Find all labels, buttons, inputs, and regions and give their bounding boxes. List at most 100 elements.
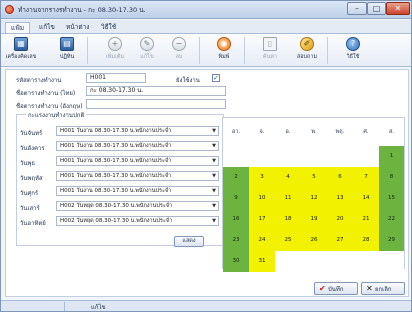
calendar-day-cell[interactable] [275, 251, 301, 272]
day-select-sat[interactable]: H002 วันหยุด 08.30-17.30 น.พนักงานประจำ ▼ [56, 201, 219, 211]
show-button[interactable]: แสดง [174, 236, 204, 247]
calendar-day-cell[interactable] [327, 251, 353, 272]
calendar-day-cell[interactable]: 10 [249, 188, 275, 209]
status-text: แก้ไข [91, 304, 106, 311]
print-button[interactable]: ◉ พิมพ์ [208, 36, 240, 65]
edit-label: แก้ไข [140, 54, 154, 60]
delete-button[interactable]: − ลบ [163, 36, 195, 65]
calendar-day-cell[interactable]: 11 [275, 188, 301, 209]
form-panel: รหัสตารางทำงาน H001 ยังใช้งาน ✓ ชื่อตารา… [5, 69, 409, 297]
title-bar: ทำงานจากรางรทำงาน - กะ 08.30-17.30 น. – … [1, 1, 411, 19]
save-button[interactable]: ✔ บันทึก [314, 282, 358, 295]
calendar-day-cell[interactable]: 3 [249, 167, 275, 188]
calendar-day-cell[interactable]: 17 [249, 209, 275, 230]
menu-help[interactable]: วิธีใช้ [96, 22, 121, 33]
calendar-label: ปฏิทิน [59, 54, 75, 60]
calendar-day-cell[interactable]: 18 [275, 209, 301, 230]
calendar-day-cell[interactable]: 25 [275, 230, 301, 251]
day-select-wed[interactable]: H001 วันงาน 08.30-17.30 น.พนักงานประจำ ▼ [56, 156, 219, 166]
calendar-day-cell[interactable]: 9 [223, 188, 249, 209]
calendar-day-cell[interactable]: 2 [223, 167, 249, 188]
calendar-day-cell[interactable]: 19 [301, 209, 327, 230]
calendar-day-cell[interactable]: 16 [223, 209, 249, 230]
calendar-day-cell[interactable]: 20 [327, 209, 353, 230]
toolbar-separator [199, 37, 200, 64]
calendar-day-cell[interactable]: 8 [379, 167, 404, 188]
day-label-tue: วันอังคาร [20, 145, 45, 152]
app-window: ทำงานจากรางรทำงาน - กะ 08.30-17.30 น. – … [0, 0, 412, 312]
menu-file[interactable]: แฟ้ม [5, 22, 31, 33]
calendar-day-cell[interactable]: 24 [249, 230, 275, 251]
search-button[interactable]: ▯ ค้นหา [254, 36, 286, 65]
calendar-day-cell[interactable] [249, 146, 275, 167]
calculator-button[interactable]: ▦ เครื่องคิดเลข [5, 36, 37, 65]
calendar-day-cell[interactable]: 30 [223, 251, 249, 272]
menu-edit[interactable]: แก้ไข [34, 22, 60, 33]
calendar-header-sat: ส. [379, 118, 404, 146]
calendar-day-cell[interactable] [353, 251, 379, 272]
day-select-thu[interactable]: H001 วันงาน 08.30-17.30 น.พนักงานประจำ ▼ [56, 171, 219, 181]
add-button[interactable]: + เพิ่มเติม [99, 36, 131, 65]
calendar-day-cell[interactable]: 28 [353, 230, 379, 251]
checkmark-icon: ✔ [319, 284, 326, 293]
edit-icon: ✎ [140, 37, 154, 51]
status-bar: แก้ไข [1, 300, 411, 311]
chevron-down-icon: ▼ [212, 173, 216, 179]
minimize-button[interactable]: – [347, 2, 367, 15]
day-select-mon[interactable]: H001 วันงาน 08.30-17.30 น.พนักงานประจำ ▼ [56, 126, 219, 136]
calendar-day-cell[interactable]: 6 [327, 167, 353, 188]
day-select-value: H002 วันหยุด 08.30-17.30 น.พนักงานประจำ [60, 218, 173, 224]
calendar-day-cell[interactable]: 15 [379, 188, 404, 209]
menu-window[interactable]: หน้าต่าง [61, 22, 94, 33]
app-icon [5, 5, 14, 14]
calendar-day-cell[interactable]: 23 [223, 230, 249, 251]
day-select-tue[interactable]: H001 วันงาน 08.30-17.30 น.พนักงานประจำ ▼ [56, 141, 219, 151]
calendar-day-cell[interactable]: 12 [301, 188, 327, 209]
calendar-day-cell[interactable]: 1 [379, 146, 404, 167]
calendar-day-cell[interactable]: 7 [353, 167, 379, 188]
calendar-day-cell[interactable]: 13 [327, 188, 353, 209]
edit-button[interactable]: ✎ แก้ไข [131, 36, 163, 65]
search-icon: ▯ [263, 37, 277, 51]
close-button[interactable]: ✕ [386, 2, 410, 15]
chevron-down-icon: ▼ [212, 128, 216, 134]
calculator-label: เครื่องคิดเลข [5, 54, 37, 60]
maximize-button[interactable]: □ [367, 2, 386, 15]
inquiry-label: สอบถาม [296, 54, 318, 60]
calendar-day-cell[interactable]: 29 [379, 230, 404, 251]
inquiry-button[interactable]: ✐ สอบถาม [291, 36, 323, 65]
day-select-fri[interactable]: H001 วันงาน 08.30-17.30 น.พนักงานประจำ ▼ [56, 186, 219, 196]
calendar-day-cell[interactable]: 14 [353, 188, 379, 209]
calendar-header-wed: พ. [301, 118, 327, 146]
calendar-day-cell[interactable] [301, 251, 327, 272]
calendar-day-cell[interactable]: 22 [379, 209, 404, 230]
calendar-day-cell[interactable]: 27 [327, 230, 353, 251]
calendar-day-cell[interactable] [379, 251, 404, 272]
calendar-button[interactable]: ▤ ปฏิทิน [51, 36, 83, 65]
name-en-field[interactable] [86, 99, 226, 109]
calendar-day-cell[interactable] [301, 146, 327, 167]
calendar-day-cell[interactable]: 26 [301, 230, 327, 251]
in-use-checkbox[interactable]: ✓ [212, 74, 220, 82]
calendar-day-cell[interactable] [223, 146, 249, 167]
code-field[interactable]: H001 [86, 73, 146, 83]
calendar-day-cell[interactable]: 5 [301, 167, 327, 188]
help-button[interactable]: ? วิธีใช้ [337, 36, 369, 65]
calendar-day-cell[interactable]: 21 [353, 209, 379, 230]
calendar-day-cell[interactable] [275, 146, 301, 167]
name-th-field[interactable]: กะ 08.30-17.30 น. [86, 86, 226, 96]
chevron-down-icon: ▼ [212, 203, 216, 209]
calendar-header-tue: อ. [275, 118, 301, 146]
calendar-day-cell[interactable]: 31 [249, 251, 275, 272]
in-use-label: ยังใช้งาน [176, 77, 200, 84]
day-select-sun[interactable]: H002 วันหยุด 08.30-17.30 น.พนักงานประจำ ▼ [56, 216, 219, 226]
toolbar-separator [327, 37, 328, 64]
day-label-thu: วันพฤหัส [20, 175, 43, 182]
calendar-day-cell[interactable] [353, 146, 379, 167]
calendar-day-cell[interactable]: 4 [275, 167, 301, 188]
calendar-day-cell[interactable] [327, 146, 353, 167]
status-separator [64, 302, 65, 311]
day-select-value: H001 วันงาน 08.30-17.30 น.พนักงานประจำ [60, 188, 172, 194]
day-select-value: H001 วันงาน 08.30-17.30 น.พนักงานประจำ [60, 173, 172, 179]
cancel-button[interactable]: ✕ ยกเลิก [361, 282, 405, 295]
